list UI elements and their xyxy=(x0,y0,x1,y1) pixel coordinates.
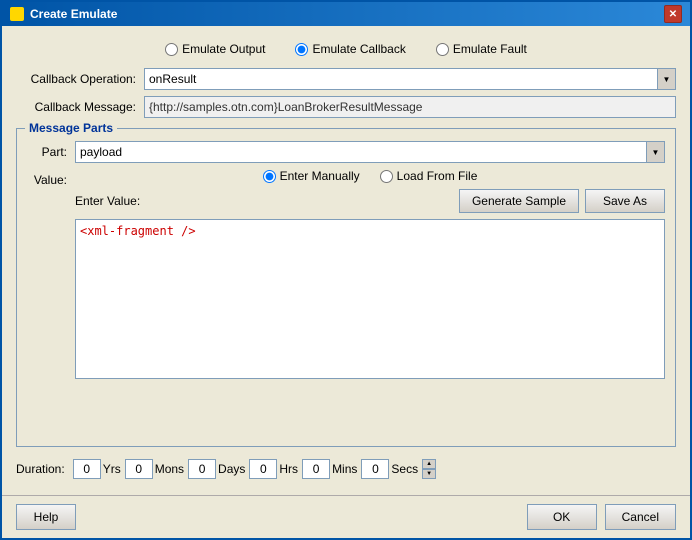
emulate-output-radio-label[interactable]: Emulate Output xyxy=(165,42,265,56)
message-parts-group: Message Parts Part: payload ▼ Value: xyxy=(16,128,676,447)
bottom-right-buttons: OK Cancel xyxy=(527,504,676,530)
callback-operation-select[interactable]: onResult xyxy=(144,68,676,90)
duration-field-0: Yrs xyxy=(73,459,121,479)
callback-message-row: Callback Message: xyxy=(16,96,676,118)
enter-manually-radio-label[interactable]: Enter Manually xyxy=(263,169,360,183)
duration-mons-unit: Mons xyxy=(155,462,184,476)
emulate-fault-label: Emulate Fault xyxy=(453,42,527,56)
emulate-callback-radio-label[interactable]: Emulate Callback xyxy=(295,42,405,56)
callback-operation-row: Callback Operation: onResult ▼ xyxy=(16,68,676,90)
load-from-file-label: Load From File xyxy=(397,169,478,183)
part-label: Part: xyxy=(27,145,67,159)
code-editor[interactable] xyxy=(75,219,665,379)
duration-mins-unit: Mins xyxy=(332,462,357,476)
duration-secs-input[interactable] xyxy=(361,459,389,479)
duration-hrs-unit: Hrs xyxy=(279,462,298,476)
duration-days-unit: Days xyxy=(218,462,245,476)
input-mode-radio-group: Enter Manually Load From File xyxy=(75,169,665,183)
duration-yrs-unit: Yrs xyxy=(103,462,121,476)
duration-yrs-input[interactable] xyxy=(73,459,101,479)
emulate-output-radio[interactable] xyxy=(165,43,178,56)
value-inner: Enter Manually Load From File Enter Valu… xyxy=(75,169,665,379)
duration-hrs-input[interactable] xyxy=(249,459,277,479)
part-select[interactable]: payload xyxy=(75,141,665,163)
value-label: Value: xyxy=(27,173,67,187)
callback-operation-wrapper: onResult ▼ xyxy=(144,68,676,90)
callback-message-input[interactable] xyxy=(144,96,676,118)
duration-days-input[interactable] xyxy=(188,459,216,479)
duration-label: Duration: xyxy=(16,462,65,476)
enter-manually-radio[interactable] xyxy=(263,170,276,183)
emulate-output-label: Emulate Output xyxy=(182,42,265,56)
spinner-up[interactable]: ▲ xyxy=(422,459,436,469)
duration-field-4: Mins xyxy=(302,459,357,479)
emulate-callback-label: Emulate Callback xyxy=(312,42,405,56)
part-row: Part: payload ▼ xyxy=(27,141,665,163)
enter-value-label: Enter Value: xyxy=(75,194,140,208)
close-button[interactable]: ✕ xyxy=(664,5,682,23)
duration-field-3: Hrs xyxy=(249,459,298,479)
save-as-button[interactable]: Save As xyxy=(585,189,665,213)
cancel-button[interactable]: Cancel xyxy=(605,504,676,530)
action-buttons: Generate Sample Save As xyxy=(459,189,665,213)
enter-value-row: Enter Value: Generate Sample Save As xyxy=(75,189,665,213)
duration-spinner[interactable]: ▲ ▼ xyxy=(422,459,436,479)
emulate-fault-radio[interactable] xyxy=(436,43,449,56)
part-select-wrapper: payload ▼ xyxy=(75,141,665,163)
mode-radio-group: Emulate Output Emulate Callback Emulate … xyxy=(16,36,676,62)
ok-button[interactable]: OK xyxy=(527,504,597,530)
duration-field-2: Days xyxy=(188,459,245,479)
dialog-content: Emulate Output Emulate Callback Emulate … xyxy=(2,26,690,495)
duration-field-5: Secs xyxy=(361,459,418,479)
emulate-fault-radio-label[interactable]: Emulate Fault xyxy=(436,42,527,56)
duration-secs-unit: Secs xyxy=(391,462,418,476)
load-from-file-radio[interactable] xyxy=(380,170,393,183)
duration-mons-input[interactable] xyxy=(125,459,153,479)
value-container: Value: Enter Manually Load From File xyxy=(27,169,665,438)
main-window: Create Emulate ✕ Emulate Output Emulate … xyxy=(0,0,692,540)
duration-row: Duration: Yrs Mons Days Hrs Mins xyxy=(16,453,676,485)
duration-field-1: Mons xyxy=(125,459,184,479)
bottom-bar: Help OK Cancel xyxy=(2,495,690,538)
callback-message-label: Callback Message: xyxy=(16,100,136,114)
window-title: Create Emulate xyxy=(30,7,117,21)
load-from-file-radio-label[interactable]: Load From File xyxy=(380,169,478,183)
duration-mins-input[interactable] xyxy=(302,459,330,479)
generate-sample-button[interactable]: Generate Sample xyxy=(459,189,579,213)
enter-manually-label: Enter Manually xyxy=(280,169,360,183)
title-bar: Create Emulate ✕ xyxy=(2,2,690,26)
help-button[interactable]: Help xyxy=(16,504,76,530)
window-icon xyxy=(10,7,24,21)
callback-operation-label: Callback Operation: xyxy=(16,72,136,86)
message-parts-title: Message Parts xyxy=(25,121,117,135)
emulate-callback-radio[interactable] xyxy=(295,43,308,56)
spinner-down[interactable]: ▼ xyxy=(422,469,436,479)
